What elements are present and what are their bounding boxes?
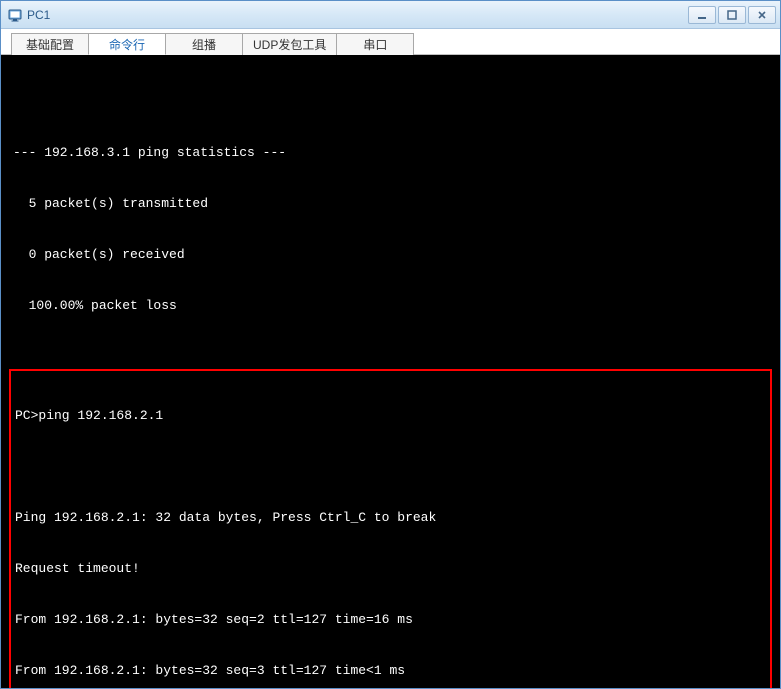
tab-command-line[interactable]: 命令行 [88, 33, 166, 55]
terminal-line: From 192.168.2.1: bytes=32 seq=3 ttl=127… [11, 662, 770, 679]
highlight-box-1: PC>ping 192.168.2.1 Ping 192.168.2.1: 32… [9, 369, 772, 688]
tabbar: 基础配置 命令行 组播 UDP发包工具 串口 [1, 29, 780, 55]
terminal-line: --- 192.168.3.1 ping statistics --- [3, 144, 778, 161]
tab-multicast[interactable]: 组播 [165, 33, 243, 55]
terminal-area: --- 192.168.3.1 ping statistics --- 5 pa… [1, 55, 780, 688]
terminal-line: Ping 192.168.2.1: 32 data bytes, Press C… [11, 509, 770, 526]
tab-udp-tool[interactable]: UDP发包工具 [242, 33, 337, 55]
terminal[interactable]: --- 192.168.3.1 ping statistics --- 5 pa… [1, 55, 780, 688]
terminal-line: PC>ping 192.168.2.1 [11, 407, 770, 424]
app-icon [7, 7, 23, 23]
titlebar[interactable]: PC1 [1, 1, 780, 29]
window-title: PC1 [27, 8, 688, 22]
tab-serial[interactable]: 串口 [336, 33, 414, 55]
terminal-line: 0 packet(s) received [3, 246, 778, 263]
close-button[interactable] [748, 6, 776, 24]
tab-basic-config[interactable]: 基础配置 [11, 33, 89, 55]
terminal-line [11, 458, 770, 475]
maximize-button[interactable] [718, 6, 746, 24]
terminal-line: 5 packet(s) transmitted [3, 195, 778, 212]
app-window: PC1 基础配置 命令行 组播 UDP发包工具 串口 --- 192.168.3… [0, 0, 781, 689]
minimize-button[interactable] [688, 6, 716, 24]
terminal-line: 100.00% packet loss [3, 297, 778, 314]
window-controls [688, 6, 776, 24]
terminal-line: Request timeout! [11, 560, 770, 577]
terminal-line: From 192.168.2.1: bytes=32 seq=2 ttl=127… [11, 611, 770, 628]
terminal-line [3, 93, 778, 110]
